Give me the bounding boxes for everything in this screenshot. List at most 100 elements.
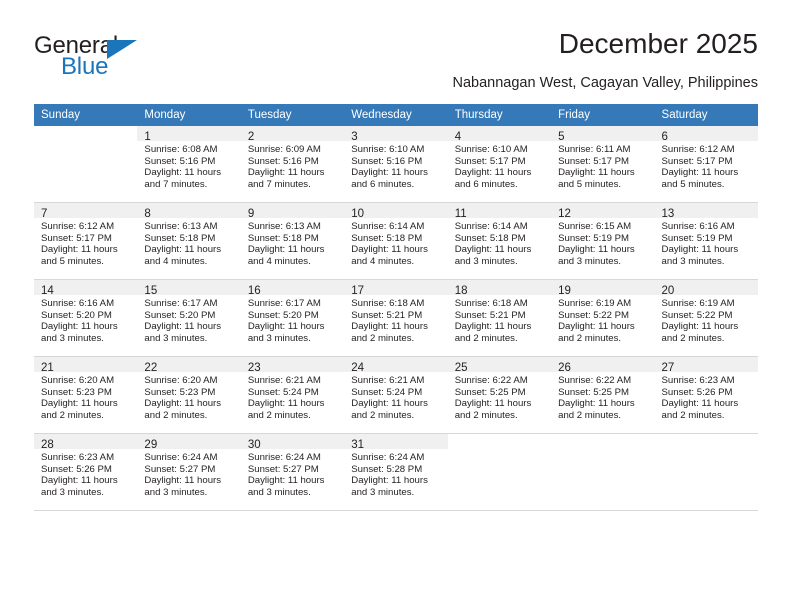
day-details <box>551 449 654 452</box>
sunrise-text: Sunrise: 6:19 AM <box>558 298 632 309</box>
calendar-cell[interactable]: 6 Sunrise: 6:12 AM Sunset: 5:17 PM Daylight… <box>654 126 758 203</box>
sunrise-text: Sunrise: 6:24 AM <box>247 452 321 463</box>
day-cell: 14 Sunrise: 6:16 AM Sunset: 5:20 PM Dayligh… <box>34 280 138 356</box>
calendar-cell[interactable]: 23 Sunrise: 6:21 AM Sunset: 5:24 PM Dayligh… <box>240 356 345 434</box>
sunrise-text: Sunrise: 6:16 AM <box>41 298 115 309</box>
day-cell: 16 Sunrise: 6:17 AM Sunset: 5:20 PM Dayligh… <box>240 280 345 356</box>
day-number: 7 <box>41 208 48 220</box>
calendar-cell[interactable]: 4 Sunrise: 6:10 AM Sunset: 5:17 PM Daylight… <box>447 126 552 203</box>
calendar-cell[interactable]: 21 Sunrise: 6:20 AM Sunset: 5:23 PM Dayligh… <box>34 356 138 434</box>
daylight-text: Daylight: 11 hours <box>144 398 222 410</box>
day-cell: 10 Sunrise: 6:14 AM Sunset: 5:18 PM Dayligh… <box>344 203 448 279</box>
day-number: 13 <box>661 208 675 220</box>
calendar-week-row: 28 Sunrise: 6:23 AM Sunset: 5:26 PM Dayligh… <box>34 433 758 511</box>
day-number-bar: 6 <box>654 126 758 143</box>
calendar-cell[interactable]: 11 Sunrise: 6:14 AM Sunset: 5:18 PM Dayligh… <box>447 202 552 280</box>
sunset-text: Sunset: 5:19 PM <box>661 232 733 244</box>
day-number: 2 <box>247 131 255 143</box>
sunrise-text: Sunrise: 6:17 AM <box>144 298 218 309</box>
daylight-text: and 2 minutes. <box>558 409 622 421</box>
day-details: Sunrise: 6:21 AM Sunset: 5:24 PM Daylight:… <box>344 372 447 421</box>
day-number-bar: 14 <box>34 280 138 297</box>
calendar-cell[interactable]: 3 Sunrise: 6:10 AM Sunset: 5:16 PM Daylight… <box>344 126 448 203</box>
sunrise-text: Sunrise: 6:16 AM <box>661 221 735 232</box>
day-cell: 18 Sunrise: 6:18 AM Sunset: 5:21 PM Dayligh… <box>447 280 552 356</box>
sunrise-sunset-calendar: Sunday Monday Tuesday Wednesday Thursday… <box>34 104 758 511</box>
calendar-cell[interactable]: 24 Sunrise: 6:21 AM Sunset: 5:24 PM Dayligh… <box>344 356 448 434</box>
daylight-text: and 2 minutes. <box>454 332 518 344</box>
daylight-text: Daylight: 11 hours <box>558 398 635 410</box>
day-number-bar: 27 <box>654 357 758 374</box>
day-details: Sunrise: 6:21 AM Sunset: 5:24 PM Daylight:… <box>241 372 344 421</box>
day-details <box>448 449 551 452</box>
day-number: 23 <box>247 362 261 374</box>
day-details: Sunrise: 6:13 AM Sunset: 5:18 PM Daylight:… <box>137 218 240 267</box>
calendar-cell[interactable]: 30 Sunrise: 6:24 AM Sunset: 5:27 PM Dayligh… <box>240 433 345 511</box>
calendar-cell[interactable]: 14 Sunrise: 6:16 AM Sunset: 5:20 PM Dayligh… <box>34 279 138 357</box>
day-cell: 17 Sunrise: 6:18 AM Sunset: 5:21 PM Dayligh… <box>344 280 448 356</box>
calendar-cell[interactable]: 12 Sunrise: 6:15 AM Sunset: 5:19 PM Dayligh… <box>551 202 655 280</box>
calendar-week-row: 21 Sunrise: 6:20 AM Sunset: 5:23 PM Dayligh… <box>34 356 758 434</box>
daylight-text: and 6 minutes. <box>454 178 518 190</box>
day-number: 20 <box>661 285 675 297</box>
day-number: 9 <box>247 208 255 220</box>
calendar-cell[interactable]: 8 Sunrise: 6:13 AM Sunset: 5:18 PM Daylight… <box>137 202 241 280</box>
calendar-cell[interactable]: 16 Sunrise: 6:17 AM Sunset: 5:20 PM Dayligh… <box>240 279 345 357</box>
daylight-text: Daylight: 11 hours <box>41 244 118 256</box>
day-details: Sunrise: 6:20 AM Sunset: 5:23 PM Daylight:… <box>137 372 240 421</box>
page-header: General Blue December 2025 Nabannagan We… <box>34 28 758 100</box>
daylight-text: and 7 minutes. <box>247 178 311 190</box>
day-number: 3 <box>351 131 358 143</box>
calendar-cell[interactable]: 2 Sunrise: 6:09 AM Sunset: 5:16 PM Daylight… <box>240 126 345 203</box>
calendar-page: General Blue December 2025 Nabannagan We… <box>0 0 792 612</box>
day-number-bar: 10 <box>344 203 448 220</box>
calendar-cell[interactable]: 27 Sunrise: 6:23 AM Sunset: 5:26 PM Dayligh… <box>654 356 758 434</box>
day-cell: 23 Sunrise: 6:21 AM Sunset: 5:24 PM Dayligh… <box>240 357 345 433</box>
calendar-cell[interactable]: 20 Sunrise: 6:19 AM Sunset: 5:22 PM Dayligh… <box>654 279 758 357</box>
calendar-cell[interactable]: 18 Sunrise: 6:18 AM Sunset: 5:21 PM Dayligh… <box>447 279 552 357</box>
day-cell <box>551 434 654 510</box>
daylight-text: and 2 minutes. <box>247 409 311 421</box>
sunrise-text: Sunrise: 6:18 AM <box>351 298 425 309</box>
day-number-bar: 1 <box>137 126 241 143</box>
day-number-bar: 30 <box>240 434 345 451</box>
calendar-cell[interactable]: 22 Sunrise: 6:20 AM Sunset: 5:23 PM Dayligh… <box>137 356 241 434</box>
calendar-cell[interactable]: 7 Sunrise: 6:12 AM Sunset: 5:17 PM Daylight… <box>34 202 138 280</box>
calendar-cell[interactable]: 19 Sunrise: 6:19 AM Sunset: 5:22 PM Dayligh… <box>551 279 655 357</box>
day-details: Sunrise: 6:15 AM Sunset: 5:19 PM Daylight:… <box>551 218 654 267</box>
daylight-text: and 7 minutes. <box>144 178 208 190</box>
day-details <box>655 449 758 452</box>
calendar-cell[interactable]: 9 Sunrise: 6:13 AM Sunset: 5:18 PM Daylight… <box>240 202 345 280</box>
calendar-cell[interactable]: 10 Sunrise: 6:14 AM Sunset: 5:18 PM Dayligh… <box>344 202 448 280</box>
calendar-cell[interactable]: 29 Sunrise: 6:24 AM Sunset: 5:27 PM Dayligh… <box>137 433 241 511</box>
calendar-cell[interactable]: 31 Sunrise: 6:24 AM Sunset: 5:28 PM Dayligh… <box>344 433 448 511</box>
day-details: Sunrise: 6:11 AM Sunset: 5:17 PM Daylight:… <box>551 141 654 190</box>
day-number-bar: 23 <box>240 357 345 374</box>
day-cell <box>655 434 758 510</box>
calendar-cell[interactable]: 17 Sunrise: 6:18 AM Sunset: 5:21 PM Dayligh… <box>344 279 448 357</box>
day-number: 22 <box>144 362 158 374</box>
sunrise-text: Sunrise: 6:13 AM <box>247 221 321 232</box>
day-number-bar: 21 <box>34 357 138 374</box>
daylight-text: Daylight: 11 hours <box>351 398 428 410</box>
calendar-cell[interactable]: 26 Sunrise: 6:22 AM Sunset: 5:25 PM Dayligh… <box>551 356 655 434</box>
day-cell: 29 Sunrise: 6:24 AM Sunset: 5:27 PM Dayligh… <box>137 434 241 510</box>
day-number: 6 <box>661 131 668 143</box>
calendar-cell[interactable]: 13 Sunrise: 6:16 AM Sunset: 5:19 PM Dayligh… <box>654 202 758 280</box>
daylight-text: Daylight: 11 hours <box>41 475 118 487</box>
triangle-icon <box>107 40 137 59</box>
calendar-cell[interactable]: 1 Sunrise: 6:08 AM Sunset: 5:16 PM Daylight… <box>137 126 241 203</box>
calendar-cell[interactable]: 5 Sunrise: 6:11 AM Sunset: 5:17 PM Daylight… <box>551 126 655 203</box>
day-cell: 31 Sunrise: 6:24 AM Sunset: 5:28 PM Dayligh… <box>344 434 448 510</box>
day-cell: 12 Sunrise: 6:15 AM Sunset: 5:19 PM Dayligh… <box>551 203 655 279</box>
sunset-text: Sunset: 5:16 PM <box>247 155 319 167</box>
daylight-text: and 5 minutes. <box>41 255 104 267</box>
day-cell: 4 Sunrise: 6:10 AM Sunset: 5:17 PM Daylight… <box>447 126 552 202</box>
calendar-cell[interactable]: 15 Sunrise: 6:17 AM Sunset: 5:20 PM Dayligh… <box>137 279 241 357</box>
daylight-text: Daylight: 11 hours <box>454 321 532 333</box>
general-blue-logo[interactable]: General Blue <box>34 32 174 80</box>
calendar-cell[interactable]: 25 Sunrise: 6:22 AM Sunset: 5:25 PM Dayligh… <box>447 356 552 434</box>
day-number: 1 <box>144 131 151 143</box>
sunrise-text: Sunrise: 6:14 AM <box>351 221 425 232</box>
calendar-cell[interactable]: 28 Sunrise: 6:23 AM Sunset: 5:26 PM Dayligh… <box>34 433 138 511</box>
